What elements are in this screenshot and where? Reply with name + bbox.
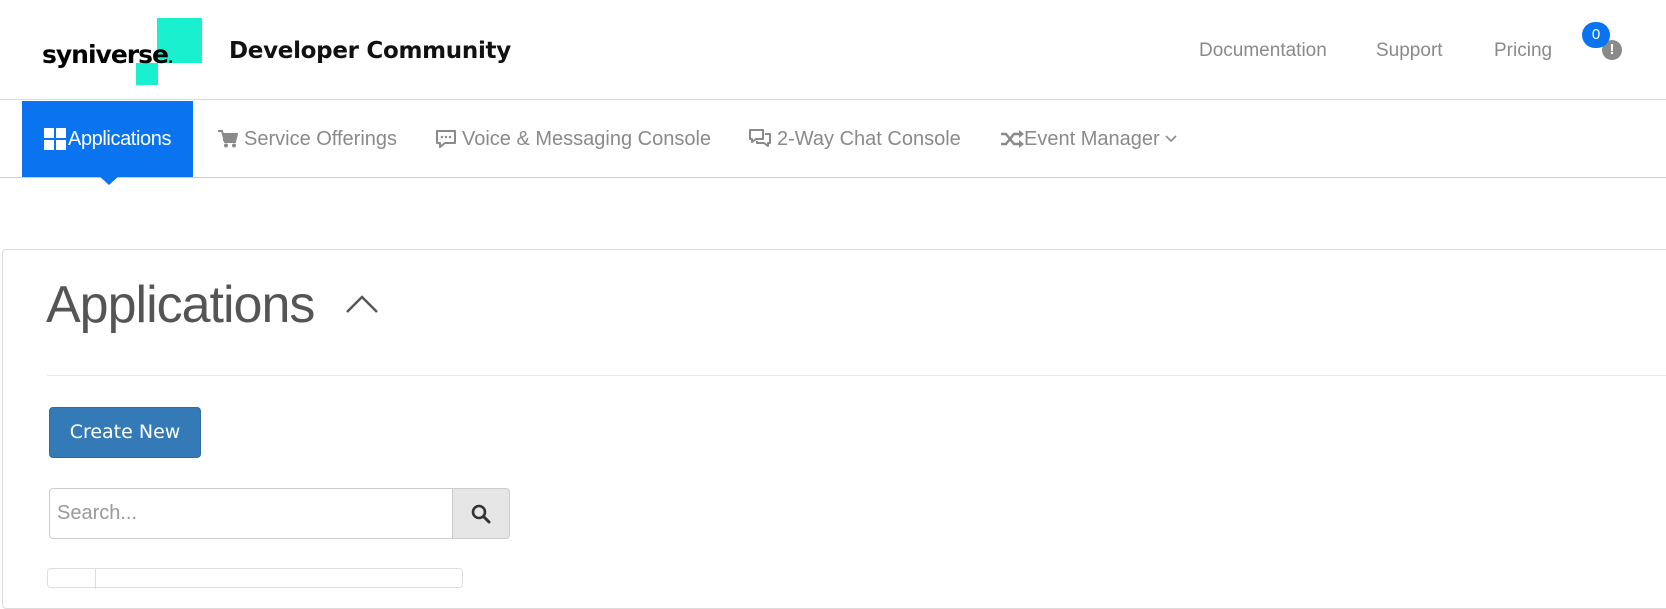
table-column-divider (95, 569, 96, 589)
site-title[interactable]: Developer Community (229, 38, 511, 64)
page-title: Applications (46, 276, 315, 334)
main-nav-bar: Applications Service Offerings Voice & M… (0, 101, 1666, 178)
nav-support[interactable]: Support (1376, 40, 1443, 62)
tab-service-offerings-label: Service Offerings (244, 127, 398, 150)
tab-applications-label: Applications (68, 127, 172, 150)
tab-voice-messaging-console[interactable]: Voice & Messaging Console (436, 101, 711, 177)
notification-count-badge: 0 (1582, 22, 1610, 48)
search-button[interactable] (452, 488, 510, 539)
title-divider (47, 375, 1666, 376)
nav-pricing[interactable]: Pricing (1494, 40, 1552, 62)
applications-table (47, 568, 463, 589)
comment-icon (436, 129, 456, 148)
search-icon (471, 504, 491, 523)
chevron-up-icon[interactable] (345, 293, 379, 315)
tab-applications[interactable]: Applications (22, 101, 194, 177)
chevron-down-icon (1165, 135, 1177, 143)
tab-event-manager[interactable]: Event Manager (1000, 101, 1183, 177)
tab-event-manager-label: Event Manager (1024, 127, 1160, 150)
grid-icon (44, 128, 66, 150)
tab-two-way-chat-console-label: 2-Way Chat Console (777, 127, 961, 150)
tab-two-way-chat-console[interactable]: 2-Way Chat Console (749, 101, 961, 177)
search-input[interactable] (49, 488, 453, 539)
logo-wordmark: syniverse. (42, 40, 173, 69)
top-header: syniverse. Developer Community Documenta… (0, 0, 1666, 100)
shuffle-icon (1001, 130, 1024, 148)
create-new-button[interactable]: Create New (49, 407, 201, 458)
nav-documentation[interactable]: Documentation (1199, 40, 1327, 62)
syniverse-logo[interactable]: syniverse. (42, 18, 217, 88)
tab-voice-messaging-console-label: Voice & Messaging Console (462, 127, 712, 150)
tab-service-offerings[interactable]: Service Offerings (218, 101, 397, 177)
cart-icon (218, 130, 238, 148)
active-tab-indicator (98, 175, 120, 185)
comments-icon (749, 129, 771, 147)
